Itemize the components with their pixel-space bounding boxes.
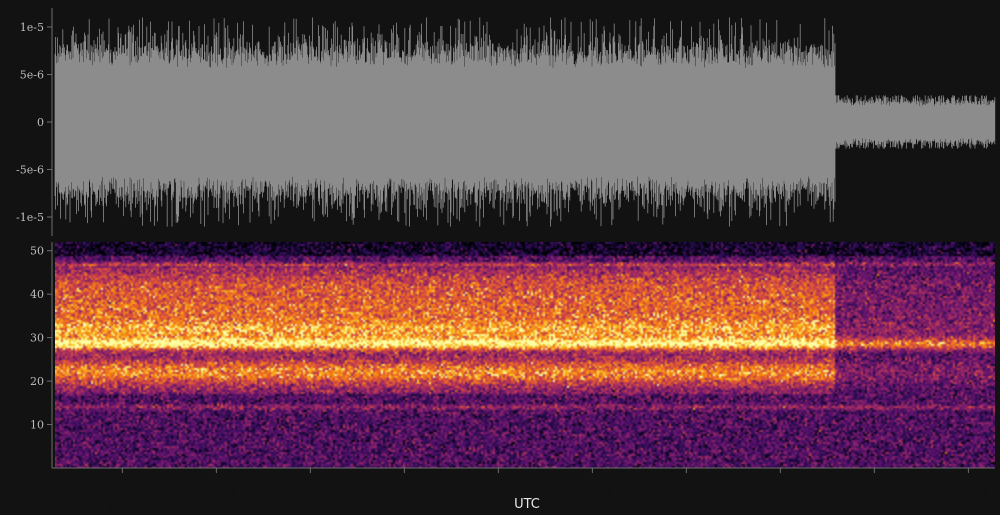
spectrogram-y-tick-label: 50 [30, 245, 44, 258]
x-tick-label: 04:30:00 [760, 489, 801, 499]
x-tick-label: 04:31:00 [854, 489, 895, 499]
x-tick-label: 04:23:00 [102, 489, 143, 499]
spectrogram-y-tick-label: 20 [30, 375, 44, 388]
waveform-y-tick-label: 1e-5 [20, 21, 44, 34]
x-tick-label: 04:32:00 [948, 489, 989, 499]
x-tick-label: 04:24:00 [196, 489, 237, 499]
x-tick-label: 04:25:00 [290, 489, 331, 499]
x-tick-label: 04:28:00 [572, 489, 613, 499]
spectrogram-y-tick-label: 10 [30, 419, 44, 432]
spectrogram-y-tick-label: 30 [30, 332, 44, 345]
waveform-y-tick-label: 0 [37, 116, 44, 129]
spectrogram-heatmap [55, 242, 995, 468]
waveform-y-tick-label: 5e-6 [20, 69, 44, 82]
x-tick-label: 04:27:00 [478, 489, 519, 499]
seismic-figure: 1e-5 5e-6 0 -5e-6 -1e-5 10 20 30 40 50 04:23:00 0… [0, 0, 1000, 515]
spectrogram-y-tick-label: 40 [30, 288, 44, 301]
x-axis-label: UTC [514, 497, 540, 512]
waveform-y-tick-label: -1e-5 [16, 211, 44, 224]
x-tick-label: 04:26:00 [384, 489, 425, 499]
x-tick-label: 04:29:00 [666, 489, 707, 499]
x-date-label: 2025-07-30 [107, 503, 159, 513]
waveform-y-tick-label: -5e-6 [16, 164, 44, 177]
